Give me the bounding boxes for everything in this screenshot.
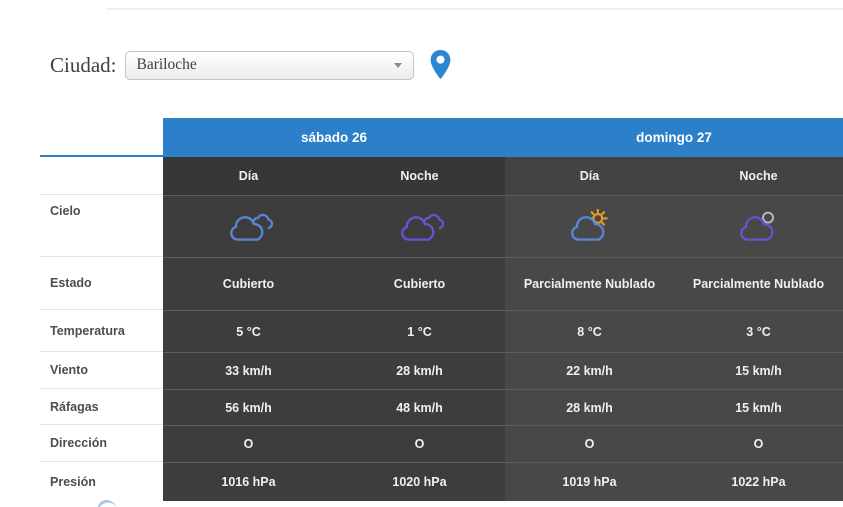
row-label-temperatura: Temperatura bbox=[40, 310, 163, 352]
sky-cell bbox=[674, 195, 843, 257]
forecast-table: sábado 26 domingo 27 Día Noche Día Noche… bbox=[40, 118, 843, 501]
pressure-cell: 1016 hPa bbox=[163, 462, 334, 501]
sky-cell bbox=[163, 195, 334, 257]
day-header-sunday: domingo 27 bbox=[505, 118, 843, 157]
row-label-direccion: Dirección bbox=[40, 425, 163, 462]
period-sun-night: Noche bbox=[674, 157, 843, 195]
condition-cell: Parcialmente Nublado bbox=[505, 257, 674, 310]
row-label-viento: Viento bbox=[40, 352, 163, 389]
location-pin-icon[interactable] bbox=[429, 49, 452, 81]
condition-cell: Cubierto bbox=[163, 257, 334, 310]
temperature-cell: 5 °C bbox=[163, 310, 334, 352]
condition-row: Estado Cubierto Cubierto Parcialmente Nu… bbox=[40, 257, 843, 310]
sky-cell bbox=[505, 195, 674, 257]
wind-cell: 22 km/h bbox=[505, 352, 674, 389]
sky-cell bbox=[334, 195, 505, 257]
pressure-cell: 1019 hPa bbox=[505, 462, 674, 501]
wind-cell: 15 km/h bbox=[674, 352, 843, 389]
city-label: Ciudad: bbox=[50, 52, 117, 77]
pressure-row: Presión 1016 hPa 1020 hPa 1019 hPa 1022 … bbox=[40, 462, 843, 501]
gusts-cell: 48 km/h bbox=[334, 389, 505, 425]
condition-cell: Parcialmente Nublado bbox=[674, 257, 843, 310]
city-select-value: Bariloche bbox=[136, 56, 197, 73]
city-selector-bar: Ciudad: Bariloche bbox=[50, 49, 452, 81]
top-divider bbox=[107, 8, 843, 10]
temperature-cell: 8 °C bbox=[505, 310, 674, 352]
period-corner bbox=[40, 157, 163, 195]
wind-row: Viento 33 km/h 28 km/h 22 km/h 15 km/h bbox=[40, 352, 843, 389]
pressure-cell: 1020 hPa bbox=[334, 462, 505, 501]
city-select[interactable]: Bariloche bbox=[124, 50, 414, 80]
temperature-cell: 3 °C bbox=[674, 310, 843, 352]
gusts-row: Ráfagas 56 km/h 48 km/h 28 km/h 15 km/h bbox=[40, 389, 843, 425]
gusts-cell: 15 km/h bbox=[674, 389, 843, 425]
row-label-cielo: Cielo bbox=[40, 195, 163, 257]
wind-cell: 33 km/h bbox=[163, 352, 334, 389]
table-corner bbox=[40, 118, 163, 157]
period-sat-night: Noche bbox=[334, 157, 505, 195]
chevron-down-icon bbox=[393, 62, 402, 68]
partly-cloudy-night-icon bbox=[739, 211, 774, 241]
period-header-row: Día Noche Día Noche bbox=[40, 157, 843, 195]
direction-cell: O bbox=[674, 425, 843, 462]
condition-cell: Cubierto bbox=[334, 257, 505, 310]
pressure-cell: 1022 hPa bbox=[674, 462, 843, 501]
day-header-saturday: sábado 26 bbox=[163, 118, 505, 157]
temperature-cell: 1 °C bbox=[334, 310, 505, 352]
direction-cell: O bbox=[505, 425, 674, 462]
row-label-presion: Presión bbox=[40, 462, 163, 501]
weather-forecast-page: Ciudad: Bariloche sábado 26 domingo 27 D… bbox=[0, 0, 843, 507]
row-label-rafagas: Ráfagas bbox=[40, 389, 163, 425]
period-sun-day: Día bbox=[505, 157, 674, 195]
overcast-night-icon bbox=[400, 213, 444, 241]
direction-cell: O bbox=[163, 425, 334, 462]
direction-row: Dirección O O O O bbox=[40, 425, 843, 462]
sky-row: Cielo bbox=[40, 195, 843, 257]
direction-cell: O bbox=[334, 425, 505, 462]
wind-cell: 28 km/h bbox=[334, 352, 505, 389]
row-label-estado: Estado bbox=[40, 257, 163, 310]
gusts-cell: 28 km/h bbox=[505, 389, 674, 425]
date-header-row: sábado 26 domingo 27 bbox=[40, 118, 843, 157]
period-sat-day: Día bbox=[163, 157, 334, 195]
overcast-day-icon bbox=[229, 213, 273, 241]
gusts-cell: 56 km/h bbox=[163, 389, 334, 425]
partly-cloudy-day-icon bbox=[570, 208, 608, 241]
temperature-row: Temperatura 5 °C 1 °C 8 °C 3 °C bbox=[40, 310, 843, 352]
